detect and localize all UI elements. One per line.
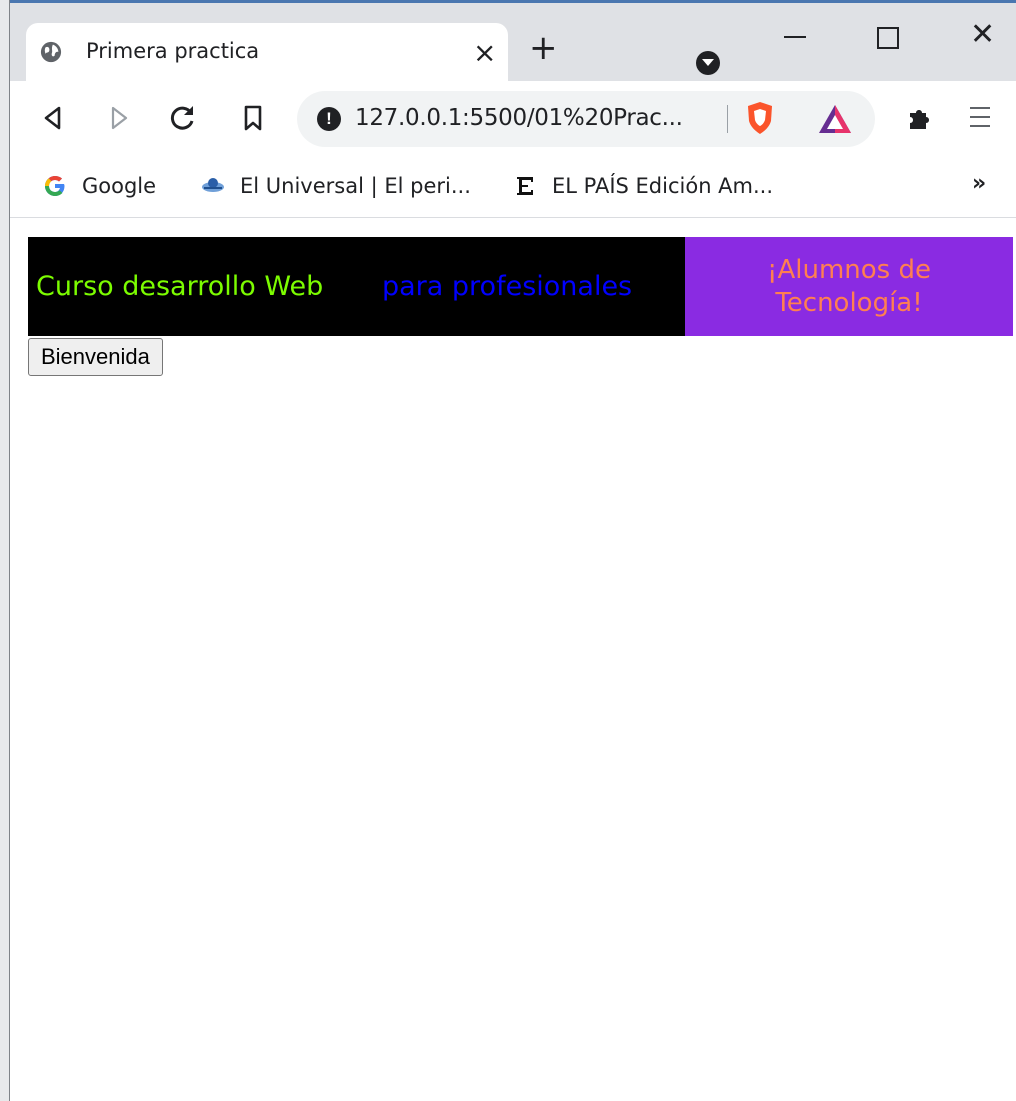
- address-bar[interactable]: ! 127.0.0.1:5500/01%20Prac...: [297, 91, 875, 147]
- bookmark-el-universal[interactable]: El Universal | El peri...: [200, 171, 471, 201]
- tab-close-icon[interactable]: ×: [473, 36, 496, 69]
- extensions-icon[interactable]: [904, 104, 934, 134]
- el-pais-icon: [513, 174, 537, 198]
- banner-highlight: ¡Alumnos de Tecnología!: [685, 237, 1013, 336]
- minimize-button[interactable]: [784, 36, 806, 38]
- bookmarks-bar: Google El Universal | El peri... EL PAÍS…: [10, 157, 1016, 218]
- bookmark-label: EL PAÍS Edición Am...: [552, 174, 774, 198]
- desktop-edge: [0, 0, 10, 1101]
- banner-subtitle: para profesionales: [382, 271, 633, 302]
- reload-icon[interactable]: [168, 103, 198, 133]
- new-tab-button[interactable]: +: [529, 31, 558, 65]
- bookmark-icon[interactable]: [238, 103, 268, 133]
- bookmark-google[interactable]: Google: [42, 171, 156, 201]
- maximize-button[interactable]: [877, 27, 899, 49]
- forward-icon[interactable]: [104, 103, 134, 133]
- bookmark-el-pais[interactable]: EL PAÍS Edición Am...: [512, 171, 773, 201]
- browser-window: Primera practica × + ✕ ! 127.0.0.1:5500/…: [10, 0, 1016, 1101]
- page-content: Curso desarrollo Web para profesionales …: [10, 218, 1016, 1101]
- tab-title: Primera practica: [86, 39, 260, 63]
- site-info-icon[interactable]: !: [317, 107, 341, 131]
- brave-shield-icon[interactable]: [745, 101, 775, 135]
- back-icon[interactable]: [38, 103, 68, 133]
- tab-primera-practica[interactable]: Primera practica ×: [26, 23, 508, 81]
- url-text[interactable]: 127.0.0.1:5500/01%20Prac...: [355, 105, 683, 131]
- bookmark-label: El Universal | El peri...: [240, 174, 471, 198]
- course-banner: Curso desarrollo Web para profesionales …: [28, 237, 1013, 336]
- el-universal-icon: [202, 178, 224, 192]
- browser-toolbar: ! 127.0.0.1:5500/01%20Prac...: [10, 81, 1016, 157]
- bookmark-label: Google: [82, 174, 157, 198]
- banner-title: Curso desarrollo Web: [36, 271, 324, 302]
- banner-highlight-text: ¡Alumnos de Tecnología!: [767, 254, 931, 318]
- google-icon: [45, 176, 65, 196]
- tab-search-icon[interactable]: [696, 51, 720, 75]
- tab-strip: Primera practica × + ✕: [10, 3, 1016, 81]
- bookmarks-overflow-icon[interactable]: »: [972, 171, 986, 196]
- brave-rewards-icon[interactable]: [817, 103, 853, 135]
- address-divider: [727, 105, 728, 133]
- welcome-button[interactable]: Bienvenida: [28, 338, 163, 376]
- close-window-button[interactable]: ✕: [970, 17, 995, 52]
- globe-icon: [40, 41, 62, 63]
- menu-icon[interactable]: [970, 107, 990, 131]
